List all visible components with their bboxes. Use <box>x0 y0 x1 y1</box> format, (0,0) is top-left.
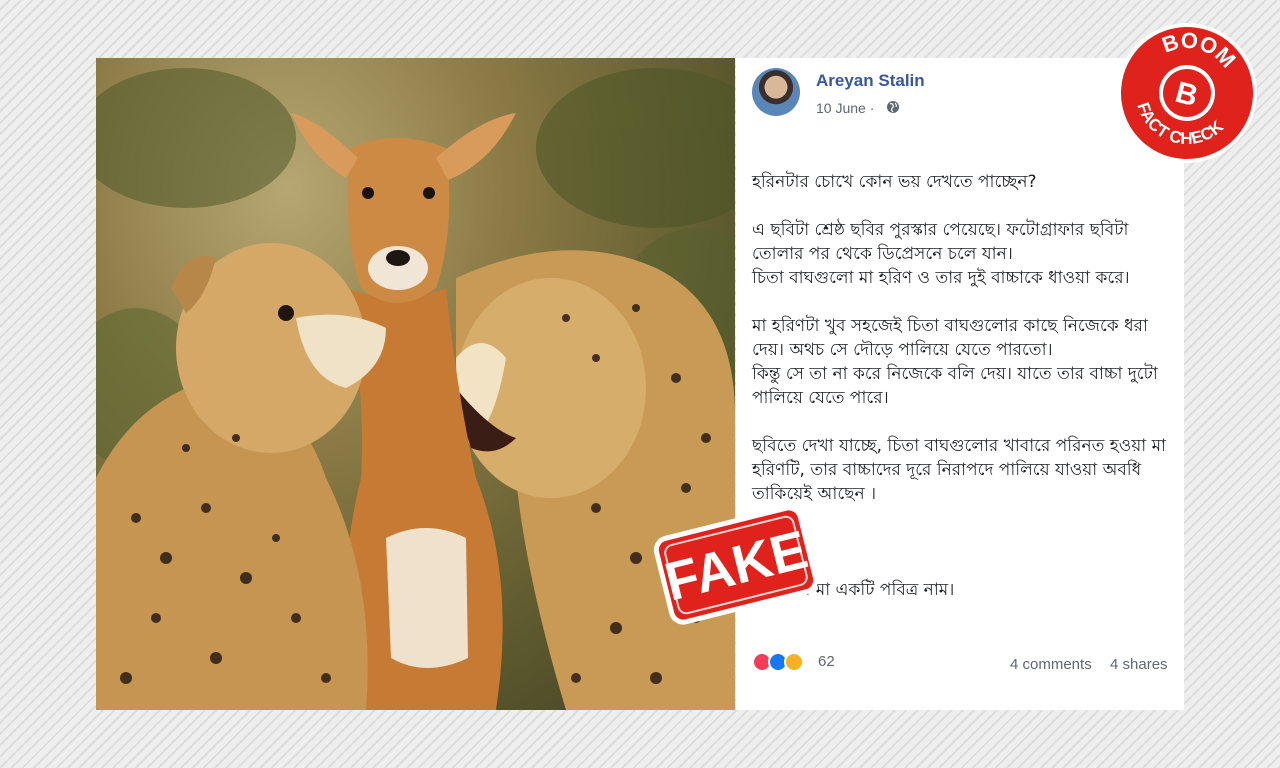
post-date[interactable]: 10 June · <box>816 100 874 116</box>
reaction-count: 62 <box>818 653 835 670</box>
post-paragraph: এ ছবিটা শ্রেষ্ঠ ছবির পুরস্কার পেয়েছে। ফ… <box>752 220 1130 288</box>
post-paragraph: ছবিতে দেখা যাচ্ছে, চিতা বাঘগুলোর খাবারে … <box>752 436 1166 504</box>
globe-icon <box>887 101 899 113</box>
fake-stamp: FAKE <box>653 505 819 625</box>
shares-link[interactable]: 4 shares <box>1110 656 1168 673</box>
author-name[interactable]: Areyan Stalin <box>816 71 925 91</box>
post-photo[interactable] <box>96 58 735 710</box>
comments-link[interactable]: 4 comments <box>1010 656 1092 673</box>
boom-fact-check-badge: BOOM FACT CHECK B <box>1117 20 1257 163</box>
haha-icon <box>784 652 804 672</box>
post-paragraph: মা হরিণটা খুব সহজেই চিতা বাঘগুলোর কাছে ন… <box>752 316 1158 408</box>
author-avatar[interactable] <box>752 68 800 116</box>
post-paragraph: হরিনটার চোখে কোন ভয় দেখতে পাচ্ছেন? <box>752 172 1037 192</box>
